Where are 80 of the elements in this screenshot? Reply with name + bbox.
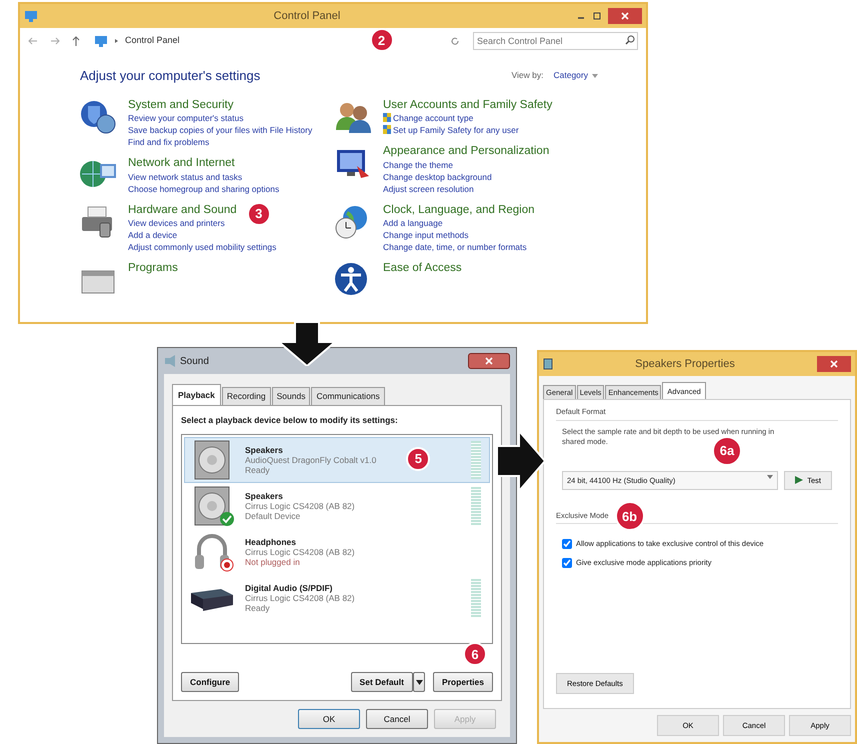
search-field[interactable]: Search Control Panel — [473, 32, 638, 50]
task-link[interactable]: Choose homegroup and sharing options — [128, 182, 280, 195]
category-link[interactable]: Appearance and Personalization — [383, 144, 550, 158]
driver-name: Cirrus Logic CS4208 (AB 82) — [245, 500, 355, 510]
category-link[interactable]: System and Security — [128, 98, 234, 112]
configure-button[interactable]: Configure — [181, 672, 240, 692]
tab[interactable]: Playback — [172, 384, 221, 405]
checkbox[interactable] — [562, 538, 572, 549]
task-link[interactable]: Add a device — [128, 229, 276, 242]
play-icon — [795, 476, 804, 484]
task-link[interactable]: Change date, time, or number formats — [383, 241, 535, 254]
category-link[interactable]: Clock, Language, and Region — [383, 202, 535, 217]
device-name: Digital Audio (S/PDIF) — [245, 582, 333, 592]
task-link[interactable]: Review your computer's status — [128, 112, 312, 124]
close-icon — [619, 10, 631, 22]
device-status: Default Device — [245, 510, 300, 520]
page-heading: Adjust your computer's settings — [80, 68, 262, 84]
driver-name: Cirrus Logic CS4208 (AB 82) — [245, 592, 355, 602]
speaker-icon — [164, 355, 176, 367]
task-link[interactable]: View network status and tasks — [128, 170, 280, 183]
driver-name: Cirrus Logic CS4208 (AB 82) — [245, 546, 355, 556]
task-link[interactable]: Change desktop background — [383, 170, 550, 183]
close-icon — [483, 355, 495, 367]
search-icon — [625, 35, 635, 45]
category-link[interactable]: Network and Internet — [128, 156, 235, 170]
monitor-icon — [94, 35, 108, 47]
tab[interactable]: Communications — [311, 387, 385, 405]
device-status: Ready — [245, 602, 270, 612]
caret-icon — [767, 474, 774, 478]
category-link[interactable]: Hardware and Sound — [128, 202, 237, 217]
device-status: Not plugged in — [245, 556, 300, 566]
chevron-icon — [114, 38, 119, 44]
view-by-dropdown[interactable]: Category — [554, 69, 598, 82]
left-arrow-icon — [28, 37, 38, 45]
category-link[interactable]: Ease of Access — [383, 261, 462, 276]
view-by-label: View by: — [512, 69, 544, 82]
task-link[interactable]: Adjust commonly used mobility settings — [128, 241, 276, 254]
device-item[interactable]: Headphones Cirrus Logic CS4208 (AB 82) Not plugged in — [184, 528, 490, 574]
task-link[interactable]: Change account type — [383, 112, 552, 124]
close-button[interactable] — [608, 8, 642, 24]
task-link[interactable]: Find and fix problems — [128, 136, 312, 148]
caret-icon — [416, 680, 423, 684]
device-item[interactable]: Speakers Cirrus Logic CS4208 (AB 82) Default Device — [184, 482, 490, 528]
task-link[interactable]: Set up Family Safety for any user — [383, 124, 552, 136]
instruction-text: Select a playback device below to modify its settings: — [181, 414, 399, 426]
close-icon — [828, 358, 840, 370]
task-link[interactable]: Change the theme — [383, 158, 550, 171]
properties-button[interactable]: Properties — [432, 672, 493, 692]
right-arrow-icon — [50, 37, 60, 45]
window-title: Sound — [180, 354, 210, 368]
ok-button[interactable]: OK — [298, 709, 360, 729]
driver-name: AudioQuest DragonFly Cobalt v1.0 — [245, 454, 376, 464]
set-default-button[interactable]: Set Default — [350, 672, 413, 692]
close-button[interactable] — [468, 353, 510, 369]
task-link[interactable]: Save backup copies of your files with File History — [128, 124, 312, 136]
tab[interactable]: Sounds — [272, 387, 310, 405]
category-link[interactable]: User Accounts and Family Safety — [383, 98, 552, 112]
dialog-button[interactable]: Cancel — [366, 709, 428, 729]
device-name: Speakers — [245, 490, 283, 500]
window-title: Speakers Properties — [634, 356, 736, 372]
category-link[interactable]: Programs — [128, 261, 178, 276]
task-link[interactable]: Add a language — [383, 217, 535, 230]
address-bar[interactable]: Control Panel — [125, 34, 180, 48]
device-status: Ready — [245, 464, 270, 474]
maximize-icon — [592, 11, 602, 21]
close-button[interactable] — [817, 356, 851, 372]
tab[interactable]: Recording — [222, 387, 271, 405]
task-link[interactable]: Adjust screen resolution — [383, 182, 550, 195]
dropdown-button[interactable] — [412, 672, 425, 692]
caret-icon — [592, 74, 598, 78]
device-item[interactable]: Digital Audio (S/PDIF) Cirrus Logic CS4208 (AB 82) Ready — [184, 574, 490, 620]
window-title: Control Panel — [272, 8, 342, 24]
refresh-icon — [451, 36, 460, 46]
monitor-icon — [24, 10, 38, 22]
device-name: Speakers — [245, 444, 283, 454]
window-icon — [543, 358, 553, 370]
up-arrow-icon — [72, 36, 80, 46]
checkbox[interactable] — [562, 558, 572, 568]
task-link[interactable]: Change input methods — [383, 229, 535, 242]
device-name: Headphones — [245, 536, 296, 546]
